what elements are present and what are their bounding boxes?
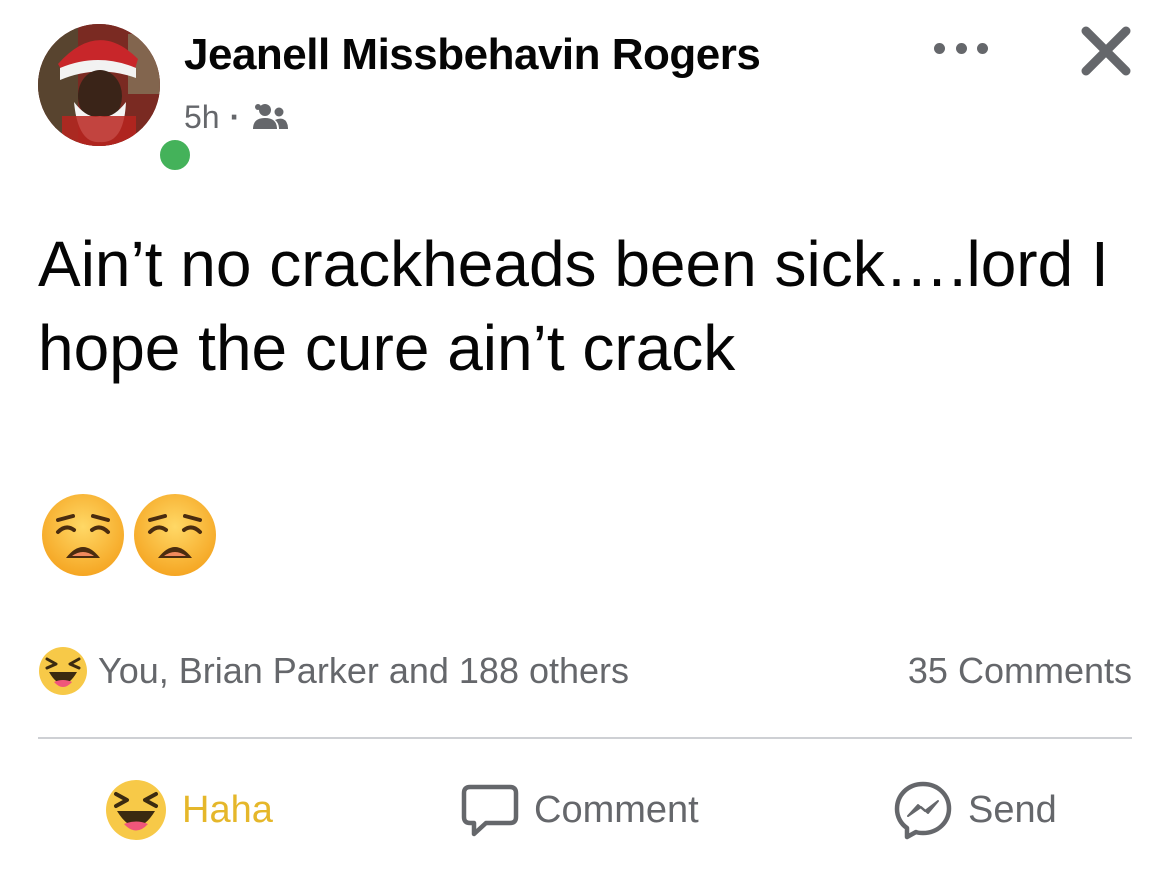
- send-button[interactable]: Send: [892, 772, 1057, 848]
- reaction-summary[interactable]: You, Brian Parker and 188 others: [38, 640, 629, 702]
- more-horizontal-icon: [934, 42, 945, 54]
- messenger-icon: [894, 781, 952, 840]
- post-meta: 5h ·: [184, 96, 290, 138]
- more-horizontal-icon: [977, 42, 988, 54]
- comment-icon: [461, 784, 519, 837]
- weary-face-emoji: [42, 494, 124, 576]
- haha-button[interactable]: Haha: [104, 772, 273, 848]
- author-avatar[interactable]: [38, 24, 196, 176]
- post-timestamp[interactable]: 5h: [184, 99, 220, 136]
- close-icon: [1081, 26, 1131, 76]
- reactors-text: You, Brian Parker and 188 others: [98, 650, 630, 691]
- online-status-dot: [154, 134, 196, 176]
- haha-reaction-icon: [39, 647, 87, 695]
- comments-count-link[interactable]: 35 Comments: [908, 640, 1132, 702]
- divider: [38, 737, 1132, 739]
- post-text: Ain’t no crackheads been sick….lord I ho…: [38, 228, 1109, 384]
- comment-button[interactable]: Comment: [460, 772, 699, 848]
- author-name[interactable]: Jeanell Missbehavin Rogers: [184, 30, 761, 80]
- more-horizontal-icon: [955, 42, 967, 54]
- more-options-button[interactable]: [930, 28, 992, 68]
- comment-label: Comment: [534, 788, 699, 831]
- post-emojis: [40, 492, 218, 578]
- friends-icon[interactable]: [250, 101, 290, 133]
- weary-face-emoji: [134, 494, 216, 576]
- haha-reaction-icon: [106, 780, 166, 840]
- haha-label: Haha: [182, 788, 273, 831]
- send-label: Send: [968, 788, 1057, 831]
- meta-separator: ·: [229, 98, 241, 135]
- avatar-image: [38, 24, 160, 146]
- close-button[interactable]: [1076, 26, 1136, 76]
